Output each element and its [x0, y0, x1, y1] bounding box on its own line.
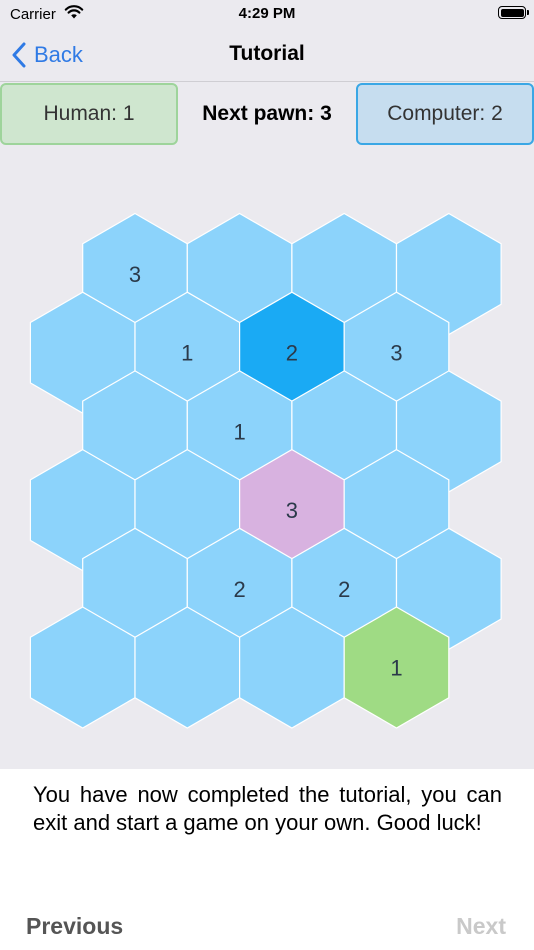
page-title: Tutorial — [229, 42, 305, 65]
hex-cell-value: 3 — [129, 262, 141, 287]
hex-cell-value: 1 — [181, 341, 193, 366]
previous-button[interactable]: Previous — [26, 913, 123, 940]
next-pawn-label: Next pawn: 3 — [202, 102, 332, 125]
tutorial-message: You have now completed the tutorial, you… — [33, 782, 502, 835]
hex-cell-value: 2 — [233, 577, 245, 602]
next-button[interactable]: Next — [456, 913, 506, 940]
computer-score-label: Computer: 2 — [387, 102, 503, 125]
status-bar: Carrier 4:29 PM — [0, 0, 534, 28]
computer-score-box: Computer: 2 — [356, 83, 534, 145]
battery-icon — [498, 6, 529, 19]
hex-board: 3 1 2 3 1 3 2 2 1 — [0, 150, 534, 770]
human-score-label: Human: 1 — [43, 102, 135, 125]
navigation-bar: Back Tutorial — [0, 28, 534, 82]
hex-cell-value: 2 — [338, 577, 350, 602]
hex-cell-value: 2 — [286, 341, 298, 366]
human-score-box: Human: 1 — [0, 83, 178, 145]
status-time: 4:29 PM — [238, 5, 296, 22]
hex-cell-value: 3 — [286, 498, 298, 523]
hex-cell-value: 1 — [390, 656, 402, 681]
hex-cell-value: 1 — [233, 419, 245, 444]
hex-cell-value: 3 — [390, 341, 402, 366]
